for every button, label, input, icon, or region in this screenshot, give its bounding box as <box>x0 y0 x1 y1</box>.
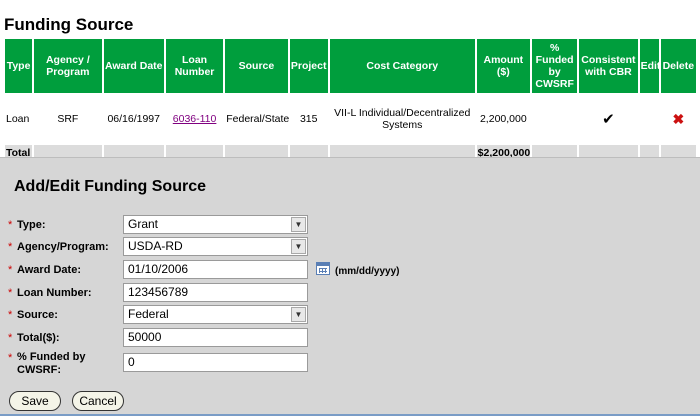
funding-source-table: Type Agency / Program Award Date Loan Nu… <box>3 37 698 162</box>
percent-funded-label-line2: CWSRF: <box>17 364 61 376</box>
required-marker: * <box>8 219 13 231</box>
cancel-button[interactable]: Cancel <box>72 391 124 411</box>
agency-label: Agency/Program: <box>17 241 109 253</box>
column-header-agency: Agency / Program <box>34 39 102 93</box>
cell-edit <box>639 95 659 143</box>
chevron-down-icon[interactable]: ▼ <box>291 239 306 254</box>
source-label: Source: <box>17 309 58 321</box>
required-marker: * <box>8 264 13 276</box>
type-select[interactable]: Grant ▼ <box>123 215 308 234</box>
type-label: Type: <box>17 219 46 231</box>
table-header-row: Type Agency / Program Award Date Loan Nu… <box>5 39 696 93</box>
cell-loan-number: 6036-110 <box>165 95 224 143</box>
required-marker: * <box>8 241 13 253</box>
column-header-project: Project <box>289 39 328 93</box>
loan-number-input[interactable]: 123456789 <box>123 283 308 302</box>
column-header-percent-funded: % Funded by CWSRF <box>531 39 578 93</box>
cell-agency: SRF <box>34 95 102 143</box>
page-title: Funding Source <box>4 15 134 34</box>
column-header-delete: Delete <box>660 39 696 93</box>
column-header-edit: Edit <box>639 39 660 93</box>
column-header-amount: Amount ($) <box>476 39 530 93</box>
cell-consistent-cbr: ✔ <box>579 95 638 143</box>
source-select[interactable]: Federal ▼ <box>123 305 308 324</box>
save-button[interactable]: Save <box>9 391 61 411</box>
total-label: Total($): <box>17 332 60 344</box>
cell-source: Federal/State <box>225 95 289 143</box>
percent-funded-input[interactable]: 0 <box>123 353 308 372</box>
add-edit-panel: Add/Edit Funding Source <box>0 157 700 415</box>
cell-type: Loan <box>5 95 33 143</box>
divider <box>0 414 700 416</box>
cell-award-date: 06/16/1997 <box>103 95 164 143</box>
table-row: Loan SRF 06/16/1997 6036-110 Federal/Sta… <box>5 95 696 143</box>
column-header-source: Source <box>225 39 288 93</box>
calendar-icon[interactable] <box>316 262 330 275</box>
agency-select[interactable]: USDA-RD ▼ <box>123 237 308 256</box>
column-header-loan-number: Loan Number <box>165 39 224 93</box>
total-input[interactable]: 50000 <box>123 328 308 347</box>
loan-number-link[interactable]: 6036-110 <box>173 113 217 125</box>
chevron-down-icon[interactable]: ▼ <box>291 217 306 232</box>
agency-value: USDA-RD <box>128 239 183 253</box>
cell-amount: 2,200,000 <box>476 95 530 143</box>
delete-x-icon[interactable]: ✖ <box>672 111 684 127</box>
type-value: Grant <box>128 217 159 231</box>
loan-number-label: Loan Number: <box>17 287 92 299</box>
form-title: Add/Edit Funding Source <box>14 178 206 195</box>
required-marker: * <box>8 287 13 299</box>
column-header-type: Type <box>5 39 33 93</box>
column-header-award-date: Award Date <box>103 39 164 93</box>
column-header-consistent-cbr: Consistent with CBR <box>579 39 638 93</box>
cell-percent-funded <box>531 95 578 143</box>
award-date-label: Award Date: <box>17 264 81 276</box>
required-marker: * <box>8 309 13 321</box>
chevron-down-icon[interactable]: ▼ <box>291 307 306 322</box>
percent-funded-label-line1: % Funded by <box>17 351 86 363</box>
award-date-input[interactable]: 01/10/2006 <box>123 260 308 279</box>
date-format-hint: (mm/dd/yyyy) <box>335 266 400 277</box>
required-marker: * <box>8 352 13 364</box>
source-value: Federal <box>128 307 169 321</box>
required-marker: * <box>8 332 13 344</box>
cell-project: 315 <box>289 95 328 143</box>
checkmark-icon: ✔ <box>602 111 615 128</box>
cell-delete: ✖ <box>660 95 696 143</box>
column-header-cost-category: Cost Category <box>329 39 475 93</box>
cell-cost-category: VII-L Individual/Decentralized Systems <box>329 95 475 143</box>
